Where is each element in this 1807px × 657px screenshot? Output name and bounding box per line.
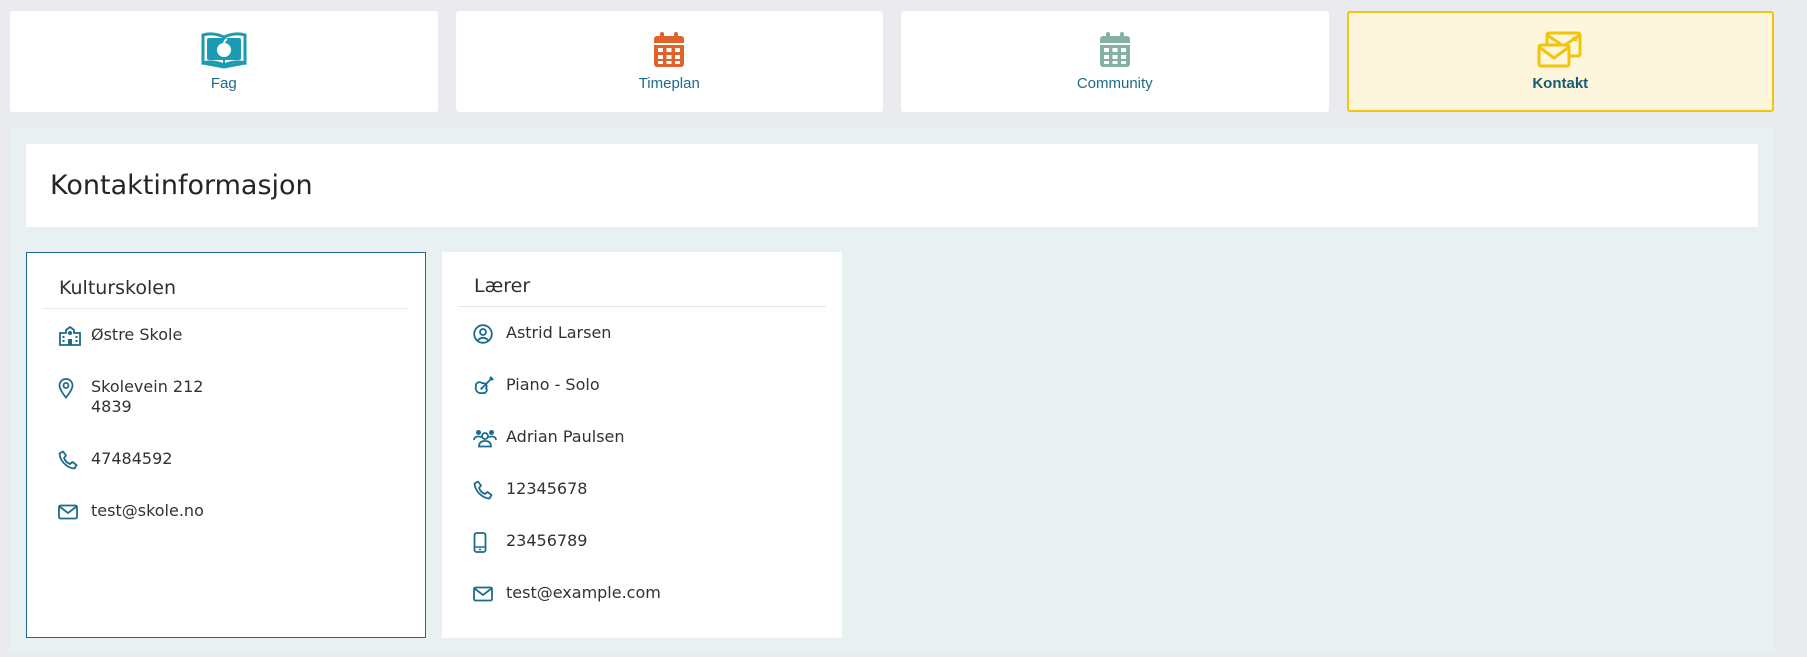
school-address-line1: Skolevein 212 <box>91 377 204 396</box>
teacher-subject-row: Piano - Solo <box>458 359 826 411</box>
envelopes-icon <box>1536 30 1584 70</box>
teacher-mobile[interactable]: 23456789 <box>506 531 587 551</box>
calendar-icon <box>1091 30 1139 70</box>
teacher-card-heading: Lærer <box>474 275 531 297</box>
school-address-line2: 4839 <box>91 397 132 416</box>
school-name: Østre Skole <box>91 325 183 344</box>
school-address: Skolevein 212 4839 <box>91 377 203 417</box>
guitar-icon <box>458 375 506 397</box>
tab-fag-label: Fag <box>210 75 237 92</box>
location-pin-icon <box>43 377 91 399</box>
school-phone[interactable]: 47484592 <box>91 449 172 469</box>
title-bar: Kontaktinformasjon <box>26 144 1758 227</box>
phone-icon <box>43 449 91 471</box>
book-apple-icon <box>200 30 248 70</box>
school-building-icon <box>43 325 91 347</box>
school-email-row: test@skole.no <box>43 485 409 537</box>
tab-kontakt[interactable]: Kontakt <box>1346 11 1774 112</box>
user-circle-icon <box>458 323 506 345</box>
teacher-email[interactable]: test@example.com <box>506 583 661 603</box>
school-card-header: Kulturskolen <box>43 253 409 309</box>
teacher-phone-row: 12345678 <box>458 463 826 515</box>
teacher-student: Adrian Paulsen <box>506 427 625 446</box>
tab-community-label: Community <box>1076 75 1153 92</box>
tab-community[interactable]: Community <box>901 11 1329 112</box>
tab-timeplan[interactable]: Timeplan <box>455 11 883 112</box>
users-icon <box>458 427 506 449</box>
tab-fag[interactable]: Fag <box>10 11 438 112</box>
top-navigation: Fag Timeplan Community Kontakt <box>10 11 1774 112</box>
school-phone-row: 47484592 <box>43 433 409 485</box>
teacher-name: Astrid Larsen <box>506 323 612 342</box>
teacher-mobile-row: 23456789 <box>458 515 826 567</box>
school-card: Kulturskolen Østre Skole Skolevein 212 4… <box>26 252 426 638</box>
teacher-name-row: Astrid Larsen <box>458 307 826 359</box>
teacher-card: Lærer Astrid Larsen Piano - Solo Adrian … <box>442 252 842 638</box>
school-email[interactable]: test@skole.no <box>91 501 204 521</box>
tab-timeplan-label: Timeplan <box>638 75 700 92</box>
page-title: Kontaktinformasjon <box>50 170 313 201</box>
teacher-email-row: test@example.com <box>458 567 826 619</box>
envelope-icon <box>458 583 506 605</box>
teacher-student-row: Adrian Paulsen <box>458 411 826 463</box>
school-address-row: Skolevein 212 4839 <box>43 361 409 433</box>
tab-kontakt-label: Kontakt <box>1532 75 1589 92</box>
main-panel: Kontaktinformasjon Kulturskolen Østre Sk… <box>10 128 1774 653</box>
phone-icon <box>458 479 506 501</box>
mobile-phone-icon <box>458 531 506 553</box>
school-card-heading: Kulturskolen <box>59 277 176 299</box>
envelope-icon <box>43 501 91 523</box>
school-name-row: Østre Skole <box>43 309 409 361</box>
teacher-phone[interactable]: 12345678 <box>506 479 587 499</box>
calendar-icon <box>645 30 693 70</box>
teacher-card-header: Lærer <box>458 252 826 307</box>
teacher-subject: Piano - Solo <box>506 375 600 394</box>
